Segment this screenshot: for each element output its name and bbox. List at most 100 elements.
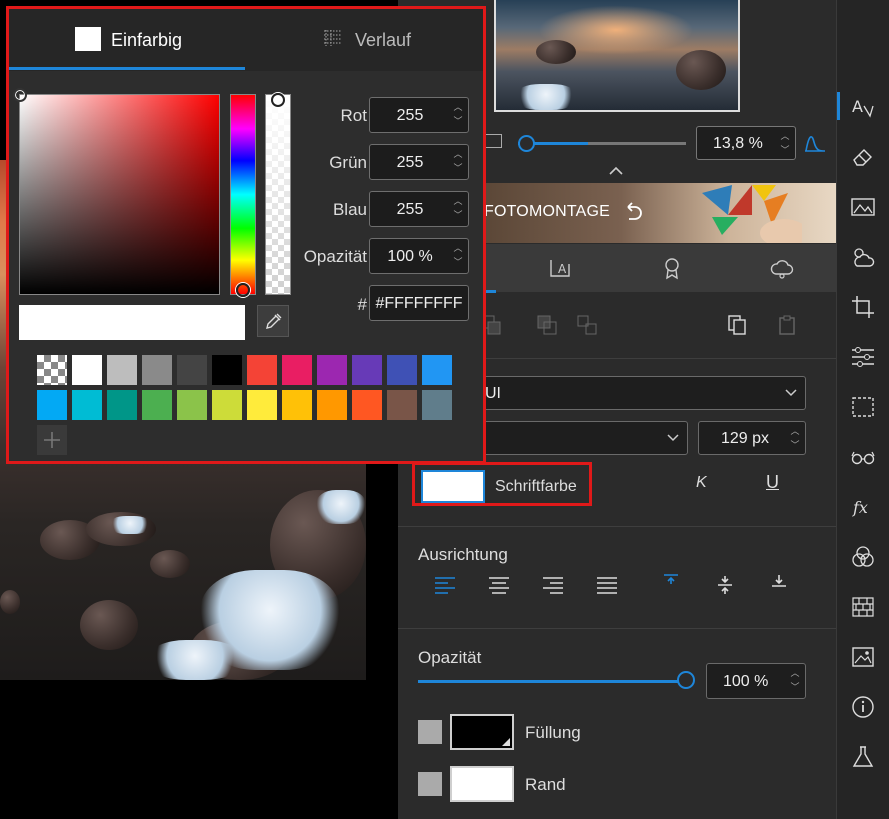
chevron-up-icon[interactable] [608,164,624,176]
weather-icon[interactable] [850,244,876,270]
color-swatch[interactable] [422,355,452,385]
paste-icon[interactable] [776,314,798,336]
underline-button[interactable]: U [766,472,779,493]
red-input[interactable]: 255 ︿ ﹀ [369,97,469,133]
opacity-spinner[interactable]: ︿ ﹀ [789,666,801,694]
color-swatch[interactable] [387,355,417,385]
color-swatch[interactable] [177,390,207,420]
color-swatch[interactable] [352,390,382,420]
align-middle-icon[interactable] [714,575,736,595]
opacity-slider-handle[interactable] [677,671,695,689]
fill-toggle[interactable] [418,720,442,744]
color-swatch[interactable] [317,390,347,420]
color-swatch[interactable] [212,355,242,385]
texture-icon[interactable] [850,594,876,620]
font-family-select[interactable]: UI [478,376,806,410]
glasses-icon[interactable] [850,444,876,470]
eraser-icon[interactable] [850,144,876,170]
align-bottom-icon[interactable] [768,572,790,592]
italic-button[interactable]: K [696,474,707,492]
crop-icon[interactable] [850,294,876,320]
sv-cursor[interactable] [13,88,27,102]
selection-icon[interactable] [850,394,876,420]
align-top-icon[interactable] [660,572,682,592]
hue-slider-handle[interactable] [236,283,250,297]
color-swatch[interactable] [37,355,67,385]
histogram-icon[interactable] [804,132,826,152]
text-frame-icon[interactable]: A [548,256,572,280]
zoom-spinner[interactable]: ︿ ﹀ [779,129,791,157]
fit-screen-icon[interactable] [484,134,502,148]
color-swatch[interactable] [37,390,67,420]
color-swatch[interactable] [72,355,102,385]
navigator-thumbnail[interactable] [494,0,740,112]
hex-input[interactable]: #FFFFFFFF [369,285,469,321]
font-color-button[interactable]: Schriftfarbe [412,462,592,506]
duplicate-layer-icon[interactable] [576,314,598,336]
color-swatch[interactable] [282,390,312,420]
color-swatch[interactable] [247,390,277,420]
tab-gradient[interactable]: Verlauf [355,30,411,51]
award-icon[interactable] [660,256,684,280]
font-size-spinner[interactable]: ︿ ﹀ [789,424,801,452]
align-left-icon[interactable] [434,575,456,595]
color-swatch[interactable] [352,355,382,385]
image-adjust-icon[interactable] [850,194,876,220]
add-swatch-button[interactable] [37,425,67,455]
stroke-toggle[interactable] [418,772,442,796]
blue-spinner[interactable]: ︿ ﹀ [452,194,464,222]
lab-flask-icon[interactable] [850,744,876,770]
hue-slider[interactable] [230,94,256,297]
alpha-input[interactable]: 100 % ︿ ﹀ [369,238,469,274]
alpha-spinner[interactable]: ︿ ﹀ [452,241,464,269]
align-justify-icon[interactable] [596,575,618,595]
font-size-input[interactable]: 129 px ︿ ﹀ [698,421,806,455]
font-color-swatch[interactable] [421,470,485,503]
sliders-icon[interactable] [850,344,876,370]
red-spinner[interactable]: ︿ ﹀ [452,100,464,128]
alpha-slider-handle[interactable] [271,93,285,107]
zoom-slider[interactable] [518,135,686,152]
green-input[interactable]: 255 ︿ ﹀ [369,144,469,180]
opacity-input[interactable]: 100 % ︿ ﹀ [706,663,806,699]
color-swatch[interactable] [107,390,137,420]
eyedropper-button[interactable] [257,305,289,337]
photomontage-banner[interactable]: FOTOMONTAGE [478,183,836,243]
color-swatch[interactable] [282,355,312,385]
blue-input[interactable]: 255 ︿ ﹀ [369,191,469,227]
undo-icon[interactable] [622,201,644,223]
color-swatch[interactable] [247,355,277,385]
color-swatch[interactable] [317,355,347,385]
text-tool-icon[interactable]: A [850,94,876,120]
tab-solid[interactable]: Einfarbig [111,30,182,51]
copy-icon[interactable] [726,314,748,336]
color-swatch[interactable] [422,390,452,420]
font-style-select[interactable] [478,421,688,455]
send-backward-icon[interactable] [536,314,558,336]
blend-icon[interactable] [850,544,876,570]
effects-fx-icon[interactable]: fx [850,494,876,520]
stroke-color-swatch[interactable] [450,766,514,802]
solid-color-icon[interactable] [75,27,101,51]
saturation-value-area[interactable] [13,88,220,295]
color-swatch[interactable] [142,390,172,420]
zoom-slider-handle[interactable] [518,135,535,152]
rock [676,50,726,90]
info-icon[interactable] [850,694,876,720]
color-swatch[interactable] [72,390,102,420]
align-right-icon[interactable] [542,575,564,595]
color-swatch[interactable] [107,355,137,385]
color-swatch[interactable] [387,390,417,420]
cloud-effects-icon[interactable] [770,256,794,280]
alpha-slider[interactable] [265,93,291,295]
gradient-grid-icon[interactable] [323,29,343,47]
picture-icon[interactable] [850,644,876,670]
align-center-icon[interactable] [488,575,510,595]
green-spinner[interactable]: ︿ ﹀ [452,147,464,175]
zoom-input[interactable]: 13,8 % ︿ ﹀ [696,126,796,160]
opacity-slider[interactable] [418,680,686,683]
color-swatch[interactable] [142,355,172,385]
color-swatch[interactable] [177,355,207,385]
color-swatch[interactable] [212,390,242,420]
fill-color-swatch[interactable] [450,714,514,750]
